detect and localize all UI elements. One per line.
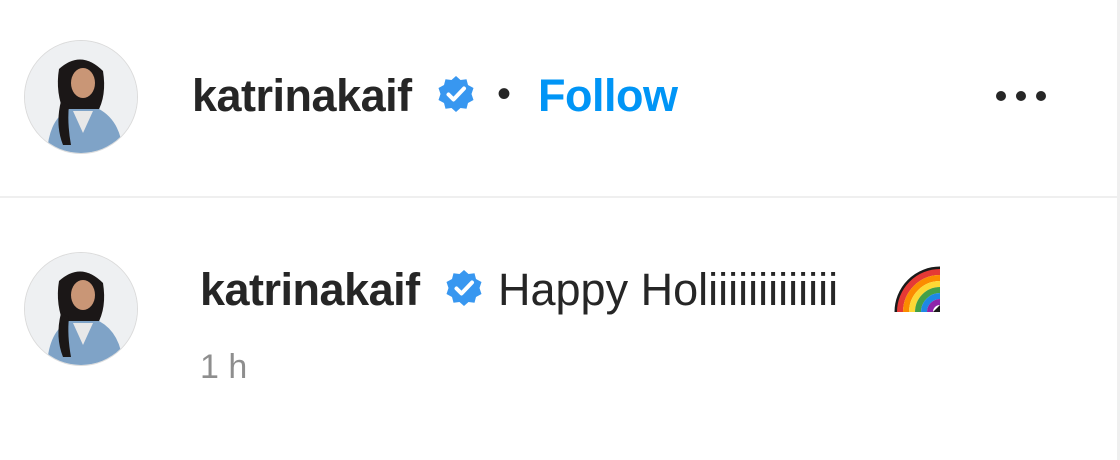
post-header: katrinakaif • Follow — [0, 0, 1117, 198]
separator-dot: • — [497, 72, 512, 116]
rainbow-emoji-icon — [894, 266, 941, 313]
comment-timestamp[interactable]: 1 h — [200, 350, 247, 384]
more-options-icon[interactable] — [996, 84, 1054, 106]
post-username[interactable]: katrinakaif — [192, 73, 412, 118]
verified-badge-icon — [446, 270, 482, 306]
comment-avatar[interactable] — [24, 252, 138, 366]
comment-username[interactable]: katrinakaif — [200, 267, 420, 312]
follow-button[interactable]: Follow — [538, 73, 678, 118]
comment-text: Happy Holiiiiiiiiiiiii — [498, 264, 839, 315]
post-panel: katrinakaif • Follow katrinakaif Happy H… — [0, 0, 1120, 460]
verified-badge-icon — [438, 76, 474, 112]
avatar-image — [25, 41, 137, 153]
avatar[interactable] — [24, 40, 138, 154]
avatar-image — [25, 253, 137, 365]
